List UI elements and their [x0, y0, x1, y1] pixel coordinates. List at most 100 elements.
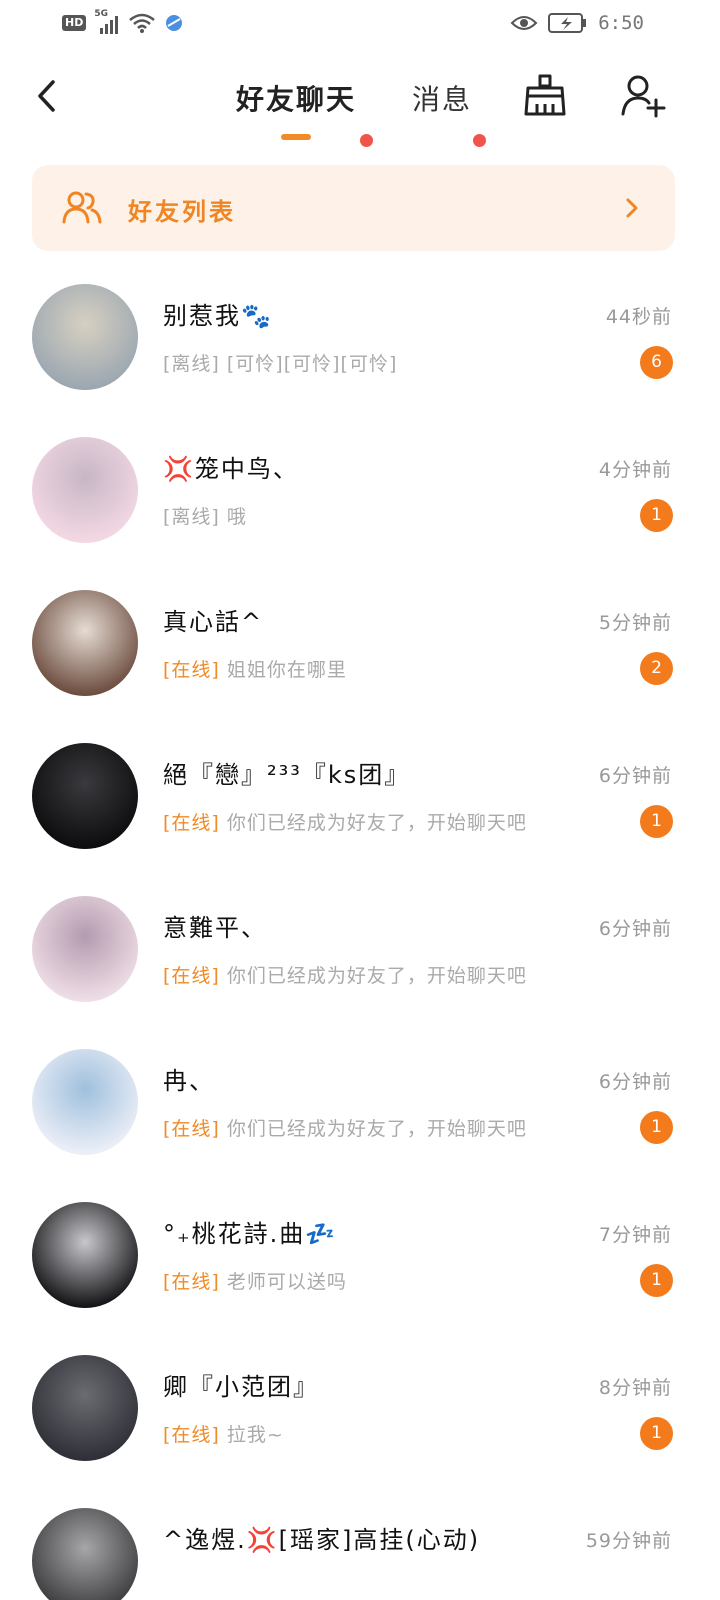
chat-list-item[interactable]: °₊桃花詩.曲💤 7分钟前 [在线] 老师可以送吗 1	[0, 1180, 720, 1333]
hd-badge: HD	[62, 15, 87, 31]
chat-preview: [在线] 姐姐你在哪里	[163, 655, 347, 682]
online-status-label: [离线]	[163, 506, 220, 528]
avatar[interactable]	[32, 1355, 138, 1461]
online-status-label: [在线]	[163, 1118, 220, 1140]
chat-time: 6分钟前	[598, 918, 672, 940]
chat-list-item[interactable]: ^逸煜.💢[瑶家]高挂(心动) 59分钟前	[0, 1486, 720, 1600]
last-message-text: 哦	[226, 506, 247, 528]
wifi-icon	[129, 13, 156, 33]
tab-messages[interactable]: 消息	[412, 78, 472, 118]
avatar[interactable]	[32, 284, 138, 390]
unread-count-badge: 1	[640, 1264, 673, 1297]
chat-preview: [在线] 你们已经成为好友了，开始聊天吧	[163, 808, 527, 835]
chat-name: 真心話^	[163, 608, 264, 636]
chat-time: 5分钟前	[598, 612, 672, 634]
chat-name: 别惹我🐾	[163, 302, 273, 330]
status-right: 6:50	[510, 12, 644, 34]
status-time: 6:50	[598, 12, 644, 34]
avatar[interactable]	[32, 437, 138, 543]
tab-messages-dot	[473, 134, 486, 147]
add-friend-icon[interactable]	[620, 72, 666, 118]
chat-list-item[interactable]: 别惹我🐾 44秒前 [离线] [可怜][可怜][可怜] 6	[0, 262, 720, 415]
online-status-label: [在线]	[163, 965, 220, 987]
chat-list-item[interactable]: 真心話^ 5分钟前 [在线] 姐姐你在哪里 2	[0, 568, 720, 721]
chat-name: 卿『小范团』	[163, 1373, 319, 1401]
avatar[interactable]	[32, 590, 138, 696]
active-tab-indicator	[281, 134, 311, 140]
chat-preview: [在线] 你们已经成为好友了，开始聊天吧	[163, 1114, 527, 1141]
avatar[interactable]	[32, 1049, 138, 1155]
last-message-text: 你们已经成为好友了，开始聊天吧	[226, 1118, 527, 1140]
friend-list-banner[interactable]: 好友列表	[32, 165, 675, 251]
unread-count-badge: 1	[640, 1417, 673, 1450]
chat-list: 别惹我🐾 44秒前 [离线] [可怜][可怜][可怜] 6 💢笼中鸟、 4分钟前 [离线] …	[0, 262, 720, 1600]
eye-icon	[510, 16, 538, 30]
unread-count-badge: 2	[640, 652, 673, 685]
chat-name: 絕『戀』²³³『ks团』	[163, 761, 411, 789]
status-bar: HD 5G 6:50	[0, 0, 720, 50]
last-message-text: 姐姐你在哪里	[226, 659, 347, 681]
chat-preview: [在线] 老师可以送吗	[163, 1267, 347, 1294]
tab-friend-chat[interactable]: 好友聊天	[236, 78, 356, 118]
top-header: 好友聊天 消息	[0, 60, 720, 150]
chat-name: 💢笼中鸟、	[163, 455, 299, 483]
app-notification-icon	[166, 15, 183, 31]
online-status-label: [离线]	[163, 353, 220, 375]
battery-charging-icon	[548, 13, 587, 33]
chat-time: 8分钟前	[598, 1377, 672, 1399]
chat-time: 6分钟前	[598, 765, 672, 787]
online-status-label: [在线]	[163, 812, 220, 834]
status-left: HD 5G	[62, 9, 184, 34]
chat-list-item[interactable]: 絕『戀』²³³『ks团』 6分钟前 [在线] 你们已经成为好友了，开始聊天吧 1	[0, 721, 720, 874]
back-arrow-icon[interactable]	[28, 76, 68, 116]
avatar[interactable]	[32, 896, 138, 1002]
chat-list-item[interactable]: 💢笼中鸟、 4分钟前 [离线] 哦 1	[0, 415, 720, 568]
avatar[interactable]	[32, 1202, 138, 1308]
tab-messages-label: 消息	[412, 83, 473, 116]
chat-name: 冉、	[163, 1067, 215, 1095]
tab-friend-chat-dot	[360, 134, 373, 147]
unread-count-badge: 1	[640, 499, 673, 532]
signal-icon: 5G	[94, 9, 120, 34]
unread-count-badge: 1	[640, 1111, 673, 1144]
last-message-text: 你们已经成为好友了，开始聊天吧	[226, 812, 527, 834]
chat-time: 4分钟前	[598, 459, 672, 481]
chat-time: 44秒前	[605, 306, 672, 328]
unread-count-badge: 6	[640, 346, 673, 379]
online-status-label: [在线]	[163, 1271, 220, 1293]
last-message-text: [可怜][可怜][可怜]	[226, 353, 398, 375]
avatar[interactable]	[32, 743, 138, 849]
last-message-text: 老师可以送吗	[226, 1271, 347, 1293]
unread-count-badge: 1	[640, 805, 673, 838]
chat-time: 59分钟前	[585, 1530, 672, 1552]
online-status-label: [在线]	[163, 1424, 220, 1446]
chat-preview: [离线] 哦	[163, 502, 247, 529]
clean-broom-icon[interactable]	[522, 72, 568, 118]
chat-list-item[interactable]: 意難平、 6分钟前 [在线] 你们已经成为好友了，开始聊天吧	[0, 874, 720, 1027]
chat-preview: [在线] 你们已经成为好友了，开始聊天吧	[163, 961, 527, 988]
last-message-text: 你们已经成为好友了，开始聊天吧	[226, 965, 527, 987]
chat-time: 7分钟前	[598, 1224, 672, 1246]
online-status-label: [在线]	[163, 659, 220, 681]
chevron-right-icon	[626, 198, 638, 218]
friend-list-label: 好友列表	[128, 198, 236, 226]
chat-name: 意難平、	[163, 914, 267, 942]
last-message-text: 拉我~	[226, 1424, 284, 1446]
avatar[interactable]	[32, 1508, 138, 1600]
chat-time: 6分钟前	[598, 1071, 672, 1093]
tab-friend-chat-label: 好友聊天	[236, 83, 357, 116]
chat-list-item[interactable]: 冉、 6分钟前 [在线] 你们已经成为好友了，开始聊天吧 1	[0, 1027, 720, 1180]
friends-group-icon	[62, 191, 102, 224]
chat-name: ^逸煜.💢[瑶家]高挂(心动)	[163, 1526, 481, 1554]
chat-list-item[interactable]: 卿『小范团』 8分钟前 [在线] 拉我~ 1	[0, 1333, 720, 1486]
chat-name: °₊桃花詩.曲💤	[163, 1220, 338, 1248]
chat-preview: [离线] [可怜][可怜][可怜]	[163, 349, 397, 376]
chat-preview: [在线] 拉我~	[163, 1420, 284, 1447]
